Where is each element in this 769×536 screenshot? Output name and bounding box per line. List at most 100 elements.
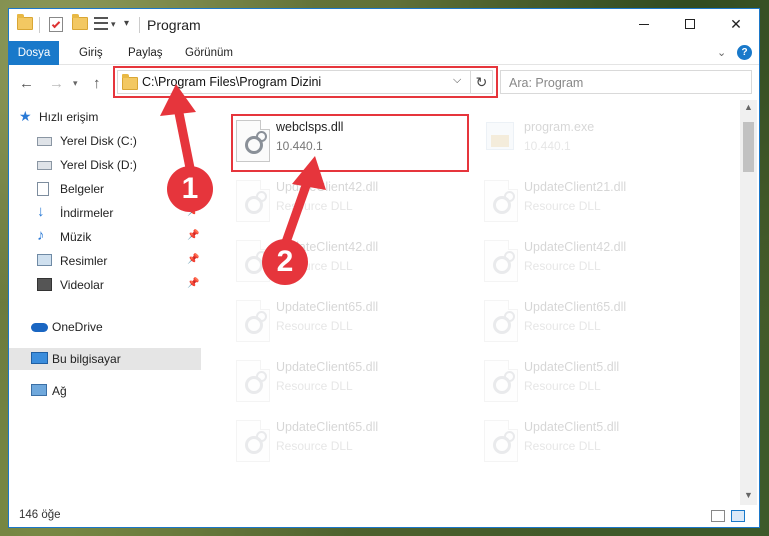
dll-file-icon <box>236 180 270 222</box>
file-type: Resource DLL <box>524 199 601 213</box>
item-count: 146 öğe <box>19 509 61 521</box>
file-item[interactable]: UpdateClient5.dll Resource DLL <box>478 414 718 472</box>
sidebar-item-onedrive[interactable]: OneDrive <box>9 316 201 338</box>
sidebar-item-label: Bu bilgisayar <box>52 352 121 366</box>
dll-file-icon <box>236 420 270 462</box>
dll-file-icon <box>484 300 518 342</box>
exe-file-icon <box>486 122 514 150</box>
minimize-icon <box>639 23 649 25</box>
file-name: UpdateClient65.dll <box>276 300 379 314</box>
new-folder-icon[interactable] <box>72 14 88 30</box>
file-item[interactable]: UpdateClient42.dll Resource DLL <box>478 234 718 292</box>
properties-icon[interactable] <box>49 17 63 32</box>
scroll-down-icon[interactable]: ▼ <box>740 490 757 504</box>
file-item[interactable]: UpdateClient65.dll Resource DLL <box>230 354 470 412</box>
navigation-bar: ← → ▾ ↑ C:\Program Files\Program Dizini … <box>9 66 759 100</box>
file-name: UpdateClient42.dll <box>276 180 379 194</box>
sidebar-item-videos[interactable]: Videolar 📌 <box>9 274 201 296</box>
details-view-icon[interactable] <box>711 510 725 522</box>
pin-icon[interactable]: 📌 <box>187 278 199 289</box>
search-box[interactable]: Ara: Program <box>500 70 752 94</box>
sidebar-item-label: OneDrive <box>52 320 103 334</box>
pin-icon[interactable]: 📌 <box>187 230 199 241</box>
sidebar-item-pictures[interactable]: Resimler 📌 <box>9 250 201 272</box>
back-arrow-icon[interactable]: ← <box>19 75 34 92</box>
file-name: UpdateClient5.dll <box>524 360 620 374</box>
toolbar-separator <box>139 17 140 33</box>
file-name: UpdateClient65.dll <box>276 360 379 374</box>
sidebar-item-downloads[interactable]: ↓ İndirmeler 📌 <box>9 202 201 224</box>
computer-icon <box>31 352 48 364</box>
title-bar: ▾ ▾ Program ✕ <box>9 9 759 41</box>
scroll-up-icon[interactable]: ▲ <box>740 102 757 116</box>
step-badge-1: 1 <box>167 166 213 212</box>
drive-icon <box>37 161 52 170</box>
dropdown-icon[interactable]: ▾ <box>111 19 116 30</box>
downloads-icon: ↓ <box>37 203 45 220</box>
toolbar-separator <box>39 17 40 33</box>
search-input[interactable]: Ara: Program <box>509 76 583 90</box>
file-explorer-window: ▾ ▾ Program ✕ Dosya Giriş Paylaş Görünüm… <box>8 8 760 528</box>
sidebar-item-music[interactable]: ♪ Müzik 📌 <box>9 226 201 248</box>
sidebar-item-label: İndirmeler <box>60 206 114 220</box>
customize-icon[interactable] <box>94 17 108 30</box>
window-title: Program <box>147 17 201 33</box>
file-item[interactable]: UpdateClient21.dll Resource DLL <box>478 174 718 232</box>
tab-share[interactable]: Paylaş <box>116 41 175 65</box>
file-type: Resource DLL <box>524 439 601 453</box>
sidebar-item-label: Yerel Disk (D:) <box>60 158 137 172</box>
music-icon: ♪ <box>37 227 45 244</box>
dll-file-icon <box>236 300 270 342</box>
tab-file[interactable]: Dosya <box>9 41 59 65</box>
status-bar: 146 öğe <box>9 505 759 527</box>
file-item[interactable]: UpdateClient65.dll Resource DLL <box>230 414 470 472</box>
file-type: Resource DLL <box>276 379 353 393</box>
close-button[interactable]: ✕ <box>713 9 759 39</box>
help-icon[interactable]: ? <box>737 45 752 60</box>
sidebar-item-this-pc[interactable]: Bu bilgisayar <box>9 348 201 370</box>
file-item[interactable]: UpdateClient42.dll Resource DLL <box>230 174 470 232</box>
sidebar-item-network[interactable]: Ağ <box>9 380 201 402</box>
videos-icon <box>37 278 52 291</box>
folder-icon[interactable] <box>17 14 33 30</box>
up-arrow-icon[interactable]: ↑ <box>93 75 101 92</box>
file-item[interactable]: program.exe 10.440.1 <box>478 114 718 172</box>
file-name: UpdateClient21.dll <box>524 180 627 194</box>
minimize-button[interactable] <box>621 9 667 39</box>
file-type: Resource DLL <box>524 319 601 333</box>
file-item[interactable]: UpdateClient65.dll Resource DLL <box>478 294 718 352</box>
dll-file-icon <box>484 420 518 462</box>
sidebar-item-label: Videolar <box>60 278 104 292</box>
file-name: UpdateClient42.dll <box>524 240 627 254</box>
navigation-pane: ★ Hızlı erişim Yerel Disk (C:) Yerel Dis… <box>9 100 204 500</box>
recent-locations-icon[interactable]: ▾ <box>73 78 78 89</box>
documents-icon <box>37 182 49 196</box>
star-icon: ★ <box>19 108 32 124</box>
sidebar-item-label: Ağ <box>52 384 67 398</box>
vertical-scrollbar[interactable]: ▲ ▼ <box>740 100 757 505</box>
dll-file-icon <box>484 240 518 282</box>
expand-ribbon-icon[interactable]: ⌄ <box>717 46 726 59</box>
large-icons-view-icon[interactable] <box>731 510 745 522</box>
sidebar-item-label: Hızlı erişim <box>39 110 99 124</box>
tab-view[interactable]: Görünüm <box>173 41 245 65</box>
drive-icon <box>37 137 52 146</box>
file-item[interactable]: UpdateClient5.dll Resource DLL <box>478 354 718 412</box>
forward-arrow-icon[interactable]: → <box>49 75 64 92</box>
file-type: Resource DLL <box>524 379 601 393</box>
scroll-thumb[interactable] <box>743 122 754 172</box>
file-type: Resource DLL <box>276 439 353 453</box>
cloud-icon <box>31 323 48 332</box>
maximize-button[interactable] <box>667 9 713 39</box>
file-type: Resource DLL <box>524 259 601 273</box>
sidebar-item-local-disk-c[interactable]: Yerel Disk (C:) <box>9 130 201 152</box>
file-item[interactable]: UpdateClient65.dll Resource DLL <box>230 294 470 352</box>
ribbon-tabs: Dosya Giriş Paylaş Görünüm ⌄ ? <box>9 41 759 65</box>
pin-icon[interactable]: 📌 <box>187 254 199 265</box>
sidebar-item-quick-access[interactable]: ★ Hızlı erişim <box>9 106 201 128</box>
dll-file-icon <box>484 180 518 222</box>
file-name: UpdateClient5.dll <box>524 420 620 434</box>
customize-quick-access-icon[interactable]: ▾ <box>124 18 129 29</box>
sidebar-item-label: Resimler <box>60 254 108 268</box>
tab-home[interactable]: Giriş <box>67 41 115 65</box>
